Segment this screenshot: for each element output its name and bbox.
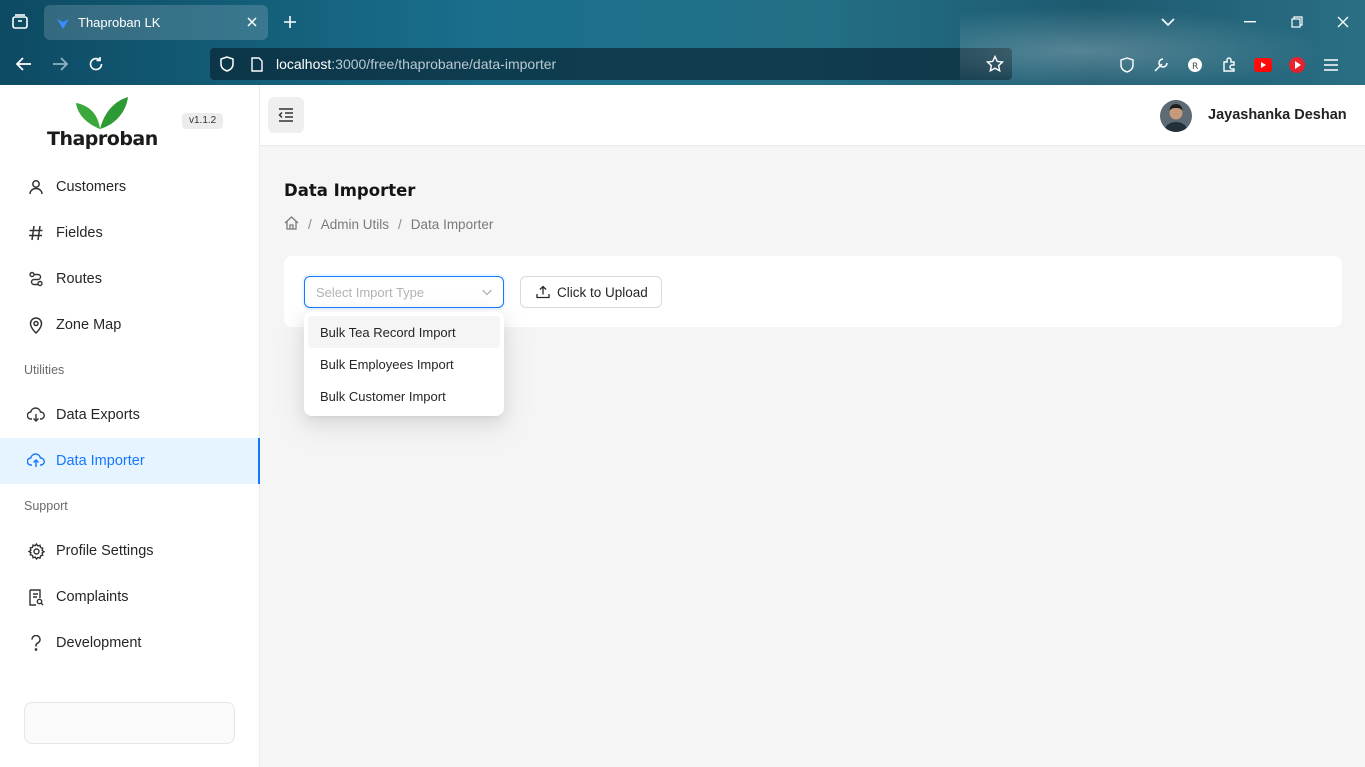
import-type-select[interactable]: Select Import Type (304, 276, 504, 308)
cloud-download-icon (26, 405, 46, 425)
heart-shield-icon[interactable] (1116, 54, 1138, 76)
top-header: Jayashanka Deshan (260, 85, 1365, 146)
route-icon (26, 269, 46, 289)
close-tab-icon[interactable] (244, 14, 260, 30)
wrench-icon[interactable] (1150, 54, 1172, 76)
shield-icon[interactable] (218, 55, 236, 73)
new-tab-icon[interactable] (274, 6, 306, 38)
puzzle-icon[interactable] (1218, 54, 1240, 76)
sidebar-item-label: Customers (56, 179, 127, 195)
sidebar-item-zone-map[interactable]: Zone Map (0, 302, 260, 348)
sidebar-item-routes[interactable]: Routes (0, 256, 260, 302)
report-icon (26, 587, 46, 607)
section-label-support: Support (24, 499, 68, 513)
collapse-sidebar-button[interactable] (268, 97, 304, 133)
sidebar-item-development[interactable]: Development (0, 620, 260, 666)
breadcrumb: / Admin Utils / Data Importer (284, 215, 493, 233)
dropdown-option-bulk-tea-record[interactable]: Bulk Tea Record Import (308, 316, 500, 348)
sidebar: Thaproban v1.1.2 Customers Fieldes Route… (0, 85, 260, 767)
dropdown-option-bulk-customer[interactable]: Bulk Customer Import (308, 380, 500, 412)
user-name[interactable]: Jayashanka Deshan (1208, 107, 1347, 123)
sidebar-item-complaints[interactable]: Complaints (0, 574, 260, 620)
breadcrumb-item-admin-utils[interactable]: Admin Utils (321, 217, 389, 232)
svg-text:R: R (1192, 62, 1198, 72)
home-icon[interactable] (284, 215, 299, 233)
upload-icon (536, 285, 550, 299)
menu-icon[interactable] (1320, 54, 1342, 76)
play-circle-icon[interactable] (1286, 54, 1308, 76)
sidebar-item-data-exports[interactable]: Data Exports (0, 392, 260, 438)
menu-fold-icon (278, 108, 293, 122)
leaf-logo-icon (76, 97, 128, 129)
minimize-icon[interactable] (1230, 6, 1270, 38)
sidebar-item-label: Zone Map (56, 317, 122, 333)
hash-icon (26, 223, 46, 243)
section-label-utilities: Utilities (24, 363, 65, 377)
sidebar-item-profile-settings[interactable]: Profile Settings (0, 528, 260, 574)
chevron-down-icon (482, 289, 492, 296)
back-arrow-icon[interactable] (9, 49, 39, 79)
url-host: localhost (276, 56, 332, 72)
tab-overview-icon[interactable] (4, 6, 36, 38)
sidebar-item-fieldes[interactable]: Fieldes (0, 210, 260, 256)
sidebar-item-label: Routes (56, 271, 102, 287)
sidebar-item-label: Data Importer (56, 453, 145, 469)
map-pin-icon (26, 315, 46, 335)
restore-icon[interactable] (1277, 6, 1317, 38)
tab-list-chevron-icon[interactable] (1148, 6, 1188, 38)
r-extension-icon[interactable]: R (1184, 54, 1206, 76)
page-title: Data Importer (284, 181, 416, 200)
nav-toolbar: localhost:3000/free/thaprobane/data-impo… (0, 44, 1365, 85)
tab-strip: Thaproban LK (0, 0, 1365, 44)
extension-icons: R (1116, 54, 1342, 76)
version-badge: v1.1.2 (182, 113, 224, 129)
browser-chrome: Thaproban LK localhost:3000/free/thapro… (0, 0, 1365, 85)
sidebar-item-label: Fieldes (56, 225, 103, 241)
youtube-icon[interactable] (1252, 54, 1274, 76)
question-icon (26, 633, 46, 653)
logo-text: Thaproban (47, 128, 158, 150)
address-bar[interactable]: localhost:3000/free/thaprobane/data-impo… (210, 48, 1012, 80)
close-window-icon[interactable] (1323, 6, 1363, 38)
bookmark-star-icon[interactable] (986, 55, 1004, 73)
page-info-icon[interactable] (248, 55, 266, 73)
upload-label: Click to Upload (557, 284, 648, 300)
breadcrumb-separator: / (398, 216, 402, 232)
sidebar-item-customers[interactable]: Customers (0, 164, 260, 210)
gear-icon (26, 541, 46, 561)
upload-button[interactable]: Click to Upload (520, 276, 662, 308)
dropdown-option-bulk-employees[interactable]: Bulk Employees Import (308, 348, 500, 380)
sidebar-item-label: Profile Settings (56, 543, 154, 559)
breadcrumb-separator: / (308, 216, 312, 232)
sidebar-item-data-importer[interactable]: Data Importer (0, 438, 260, 484)
breadcrumb-item-data-importer: Data Importer (410, 216, 494, 232)
sidebar-item-label: Development (56, 635, 142, 651)
cloud-upload-icon (26, 451, 46, 471)
user-icon (26, 177, 46, 197)
reload-icon[interactable] (81, 49, 111, 79)
avatar[interactable] (1160, 100, 1192, 132)
select-placeholder: Select Import Type (316, 284, 425, 300)
tab-title: Thaproban LK (78, 15, 161, 30)
url-path: :3000/free/thaprobane/data-importer (331, 56, 557, 72)
import-type-dropdown: Bulk Tea Record Import Bulk Employees Im… (304, 312, 504, 416)
forward-arrow-icon[interactable] (45, 49, 75, 79)
sidebar-item-label: Complaints (56, 589, 129, 605)
favicon-icon (57, 18, 69, 29)
browser-tab[interactable]: Thaproban LK (44, 5, 268, 40)
thaproban-logo[interactable]: Thaproban (44, 97, 158, 151)
sidebar-footer-box (24, 702, 235, 744)
sidebar-item-label: Data Exports (56, 407, 140, 423)
